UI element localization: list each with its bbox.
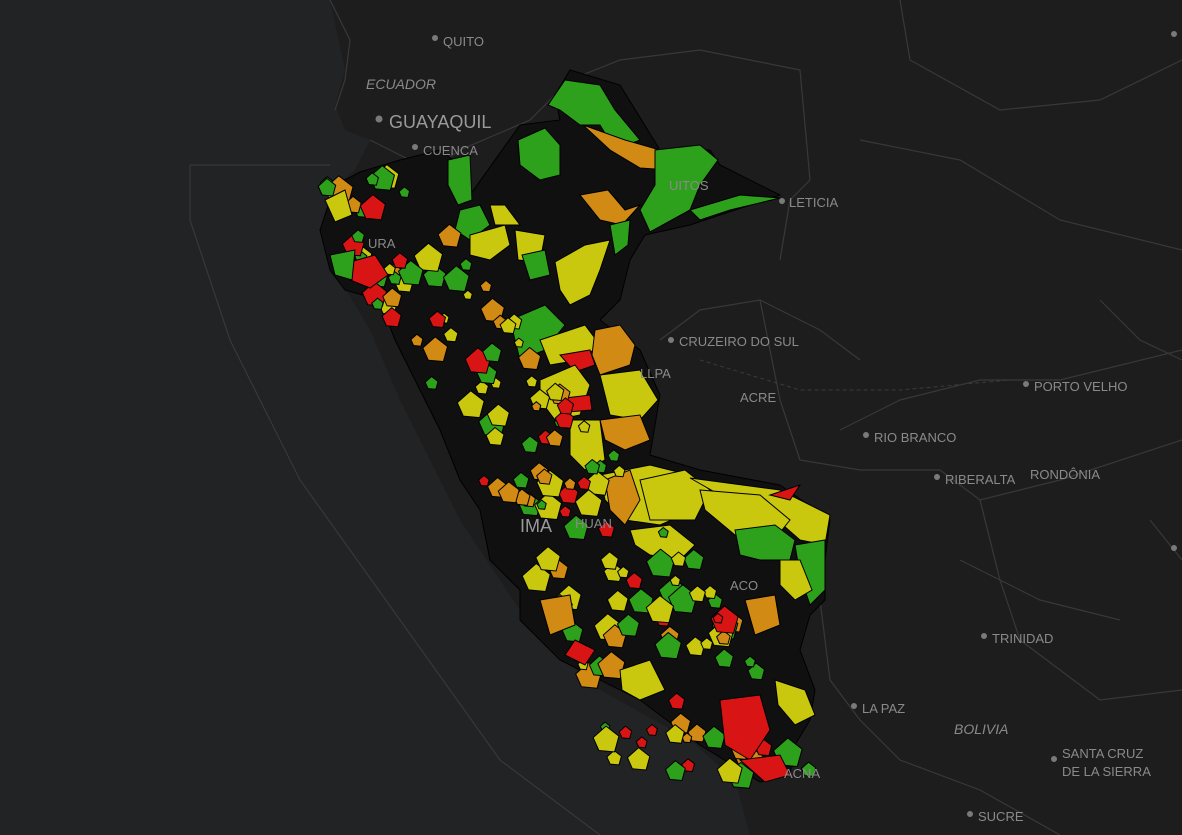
choropleth-map[interactable]: QUITO GUAYAQUIL CUENCA LETICIA CRUZEIRO …	[0, 0, 1182, 835]
city-dot-leticia	[779, 198, 785, 204]
city-label-lima: IMA	[520, 516, 552, 536]
city-label-porto-velho: PORTO VELHO	[1034, 379, 1127, 394]
city-label-cruzeiro: CRUZEIRO DO SUL	[679, 334, 799, 349]
city-dot-riberalta	[934, 474, 940, 480]
city-label-cusco: ACO	[730, 578, 758, 593]
region-label-rondonia: RONDÔNIA	[1030, 467, 1100, 482]
city-label-piura: URA	[368, 236, 396, 251]
city-dot-extra	[1171, 31, 1177, 37]
city-dot-extra-2	[1171, 545, 1177, 551]
city-dot-guayaquil	[375, 115, 383, 123]
city-dot-sucre	[967, 811, 973, 817]
city-dot-cuenca	[412, 144, 418, 150]
city-label-sucre: SUCRE	[978, 809, 1024, 824]
city-label-guayaquil: GUAYAQUIL	[389, 112, 491, 132]
city-label-trinidad: TRINIDAD	[992, 631, 1053, 646]
city-label-rio-branco: RIO BRANCO	[874, 430, 956, 445]
city-dot-quito	[432, 35, 438, 41]
city-dot-porto-velho	[1023, 381, 1029, 387]
city-dot-rio-branco	[863, 432, 869, 438]
city-label-tacna: ACNA	[784, 766, 820, 781]
city-dot-santa-cruz	[1051, 756, 1057, 762]
city-label-quito: QUITO	[443, 34, 484, 49]
city-label-leticia: LETICIA	[789, 195, 838, 210]
city-label-la-paz: LA PAZ	[862, 701, 905, 716]
city-label-santa-cruz: SANTA CRUZ	[1062, 746, 1143, 761]
city-label-cuenca: CUENCA	[423, 143, 478, 158]
city-label-riberalta: RIBERALTA	[945, 472, 1016, 487]
city-label-pucallpa: LLPA	[640, 366, 671, 381]
city-label-santa-cruz-2: DE LA SIERRA	[1062, 764, 1151, 779]
city-label-huancayo: HUAN	[575, 516, 612, 531]
country-label-bolivia: BOLIVIA	[954, 721, 1008, 737]
country-label-ecuador: ECUADOR	[366, 76, 436, 92]
city-label-iquitos: UITOS	[669, 178, 709, 193]
city-dot-cruzeiro	[668, 337, 674, 343]
city-dot-trinidad	[981, 633, 987, 639]
region-label-acre: ACRE	[740, 390, 776, 405]
city-dot-la-paz	[851, 703, 857, 709]
